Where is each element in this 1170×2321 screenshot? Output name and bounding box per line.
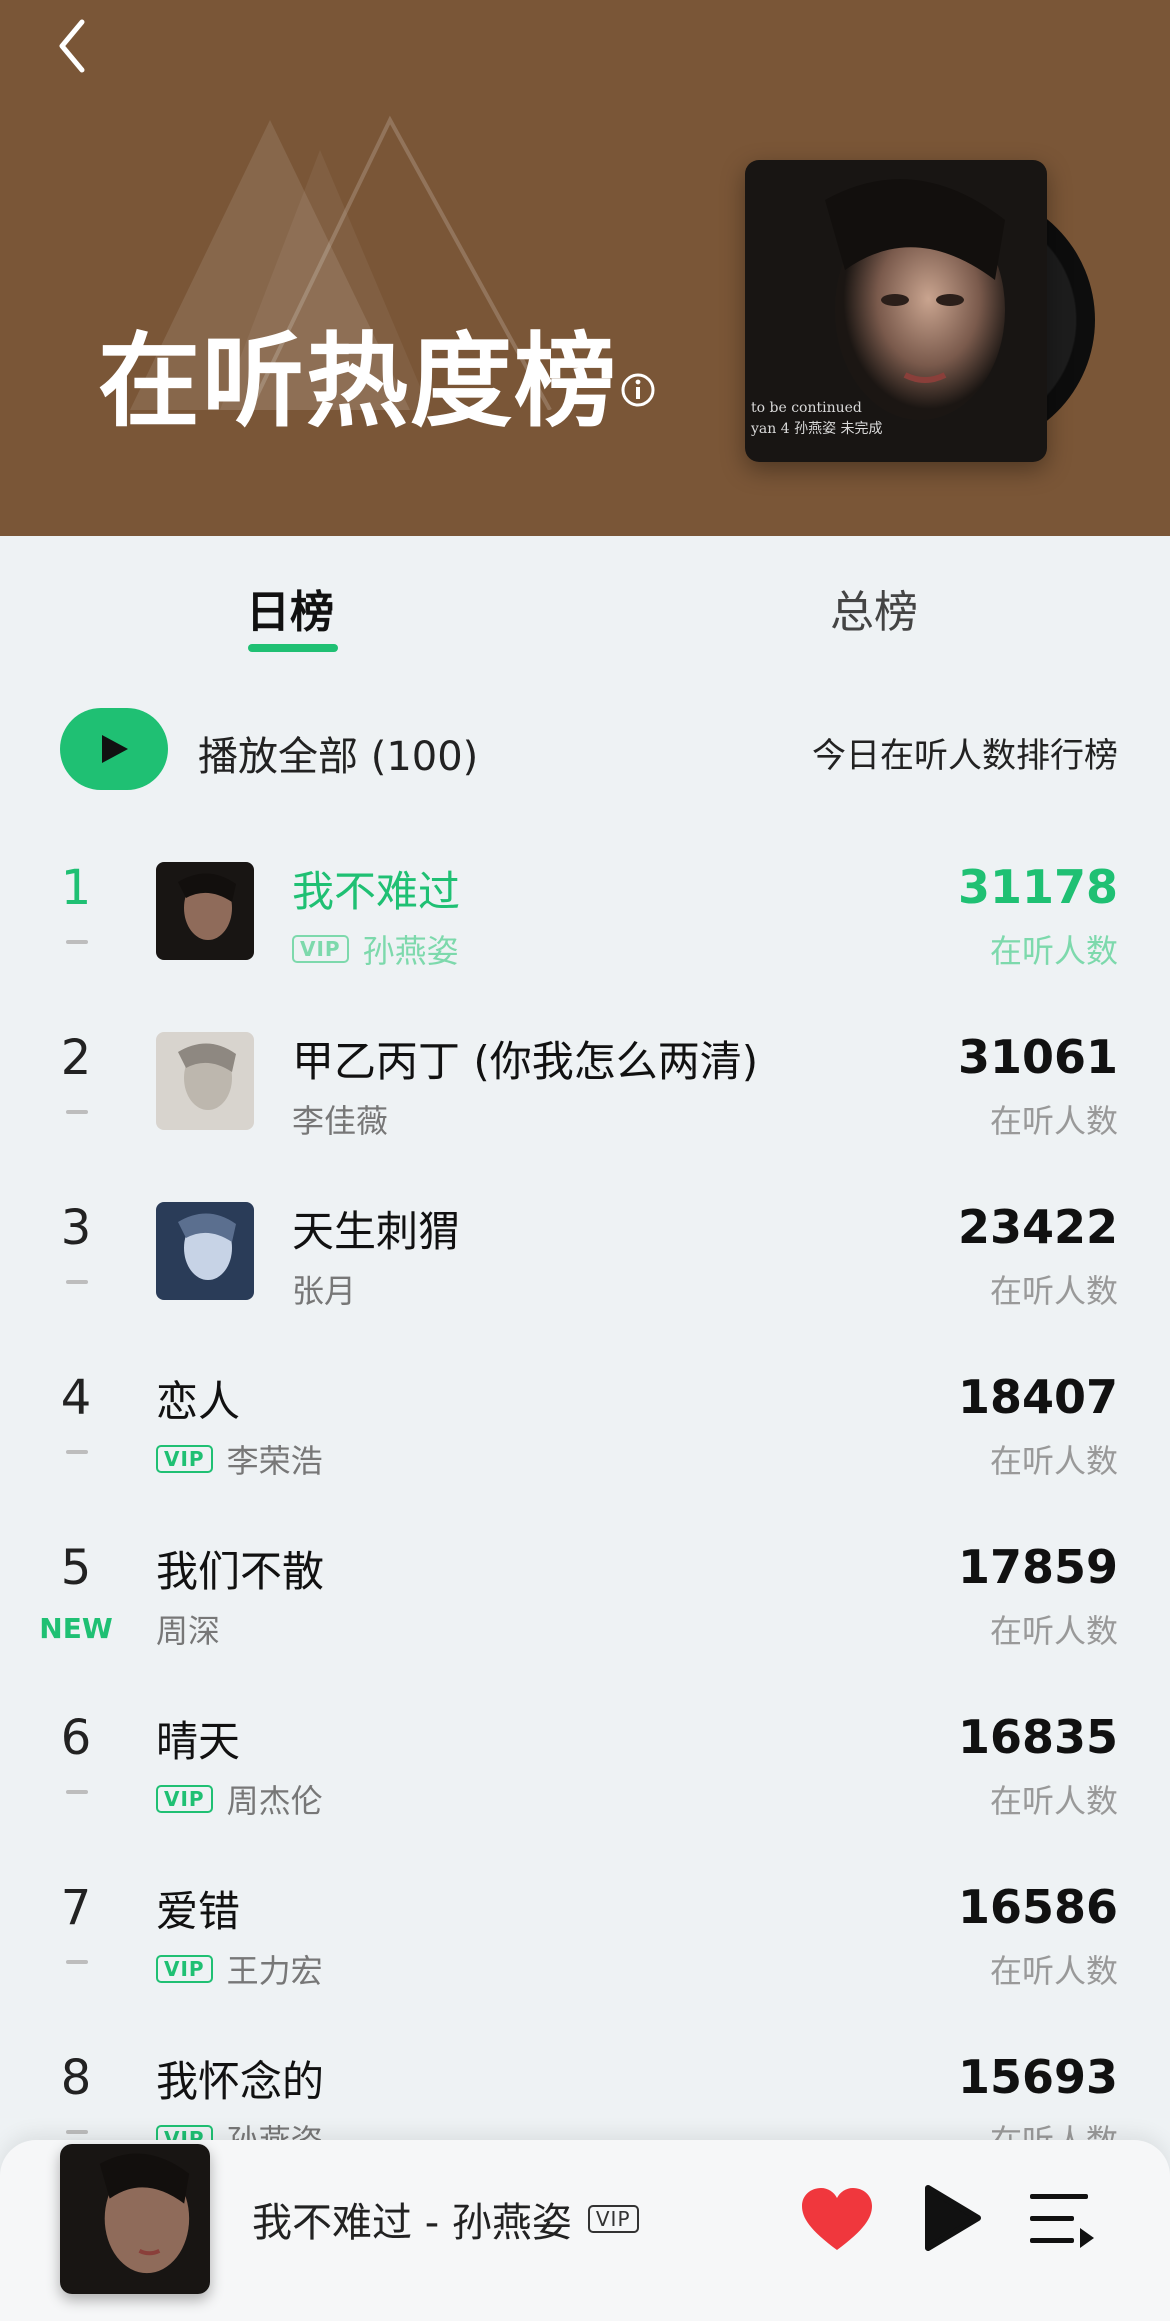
- listener-count: 31061: [957, 1030, 1118, 1084]
- song-cover[interactable]: [156, 862, 254, 960]
- song-artist-line: VIP 孙燕姿: [292, 926, 459, 972]
- song-row[interactable]: 4 恋人 VIP 李荣浩 18407 在听人数: [0, 1340, 1170, 1508]
- now-playing-title[interactable]: 我不难过 - 孙燕姿 VIP: [252, 2190, 639, 2248]
- back-button[interactable]: [40, 6, 120, 86]
- rank-number: 7: [60, 1880, 92, 1936]
- trend-steady-indicator: [66, 1450, 88, 1454]
- song-cover[interactable]: [156, 1202, 254, 1300]
- chart-tabs: 日榜 总榜: [0, 536, 1170, 666]
- play-all-button[interactable]: [60, 708, 168, 790]
- chart-page: 在听热度榜 to be continued yan 4 孙燕姿 未完成 日榜 总…: [0, 0, 1170, 2321]
- listener-count-label: 在听人数: [989, 1272, 1118, 1310]
- album-cover: to be continued yan 4 孙燕姿 未完成: [745, 160, 1047, 462]
- song-row[interactable]: 3 天生刺猬张月 23422 在听人数: [0, 1170, 1170, 1338]
- song-title[interactable]: 晴天: [156, 1708, 240, 1769]
- ranking-description: 今日在听人数排行榜: [812, 736, 1118, 776]
- chart-banner: 在听热度榜 to be continued yan 4 孙燕姿 未完成: [0, 0, 1170, 536]
- tab-active-indicator: [248, 644, 338, 652]
- cover-image: [156, 1202, 254, 1300]
- rank-number: 3: [60, 1200, 92, 1256]
- song-row[interactable]: 1 我不难过 VIP 孙燕姿 31178 在听人数: [0, 830, 1170, 998]
- portrait-image: [60, 2144, 210, 2294]
- artist-name[interactable]: 王力宏: [227, 1946, 323, 1992]
- artist-name[interactable]: 周深: [156, 1606, 220, 1652]
- artist-name[interactable]: 李荣浩: [227, 1436, 323, 1482]
- trend-steady-indicator: [66, 940, 88, 944]
- trend-steady-indicator: [66, 1790, 88, 1794]
- artist-name[interactable]: 周杰伦: [227, 1776, 323, 1822]
- listener-count: 31178: [957, 860, 1118, 914]
- artist-name[interactable]: 张月: [292, 1266, 356, 1312]
- portrait-image: [745, 160, 1047, 462]
- listener-count: 17859: [957, 1540, 1118, 1594]
- play-icon[interactable]: [920, 2182, 984, 2254]
- rank-number: 1: [60, 860, 92, 916]
- song-row[interactable]: 2 甲乙丙丁 (你我怎么两清) 李佳薇 31061 在听人数: [0, 1000, 1170, 1168]
- listener-count: 23422: [957, 1200, 1118, 1254]
- page-title: 在听热度榜: [98, 323, 618, 442]
- song-title[interactable]: 爱错: [156, 1878, 240, 1939]
- tab-total[interactable]: 总榜: [830, 576, 918, 640]
- album-caption-2: yan 4 孙燕姿 未完成: [751, 421, 883, 437]
- listener-count-label: 在听人数: [989, 1102, 1118, 1140]
- play-all-label[interactable]: 播放全部 (100): [198, 724, 478, 782]
- song-artist-line: 李佳薇: [292, 1096, 388, 1142]
- rank-number: 6: [60, 1710, 92, 1766]
- listener-count: 18407: [957, 1370, 1118, 1424]
- song-title[interactable]: 我怀念的: [156, 2048, 324, 2109]
- info-icon[interactable]: [620, 372, 656, 408]
- trend-new-badge: NEW: [39, 1612, 113, 1645]
- song-title[interactable]: 恋人: [156, 1368, 240, 1429]
- mini-player[interactable]: 我不难过 - 孙燕姿 VIP: [0, 2140, 1170, 2321]
- vip-badge: VIP: [587, 2205, 639, 2233]
- trend-steady-indicator: [66, 1280, 88, 1284]
- listener-count: 16835: [957, 1710, 1118, 1764]
- featured-album[interactable]: to be continued yan 4 孙燕姿 未完成: [745, 160, 1105, 480]
- listener-count: 15693: [957, 2050, 1118, 2104]
- song-artist-line: VIP 李荣浩: [156, 1436, 323, 1482]
- song-artist-line: VIP 王力宏: [156, 1946, 323, 1992]
- song-artist-line: 张月: [292, 1266, 356, 1312]
- listener-count-label: 在听人数: [989, 1442, 1118, 1480]
- listener-count-label: 在听人数: [989, 1612, 1118, 1650]
- play-all-row: 播放全部 (100) 今日在听人数排行榜: [0, 700, 1170, 800]
- trend-steady-indicator: [66, 2130, 88, 2134]
- song-title[interactable]: 甲乙丙丁 (你我怎么两清): [292, 1028, 758, 1089]
- song-row[interactable]: 7 爱错 VIP 王力宏 16586 在听人数: [0, 1850, 1170, 2018]
- vip-badge: VIP: [156, 1955, 213, 1983]
- play-icon: [102, 735, 128, 763]
- song-row[interactable]: 6 晴天 VIP 周杰伦 16835 在听人数: [0, 1680, 1170, 1848]
- song-artist-line: 周深: [156, 1606, 220, 1652]
- heart-icon[interactable]: [800, 2186, 874, 2252]
- now-playing-cover[interactable]: [60, 2144, 210, 2294]
- album-caption: to be continued: [751, 400, 862, 416]
- rank-number: 2: [60, 1030, 92, 1086]
- artist-name[interactable]: 李佳薇: [292, 1096, 388, 1142]
- song-row[interactable]: 5 NEW 我们不散周深 17859 在听人数: [0, 1510, 1170, 1678]
- listener-count-label: 在听人数: [989, 1952, 1118, 1990]
- song-title[interactable]: 我不难过: [292, 858, 460, 919]
- vip-badge: VIP: [156, 1445, 213, 1473]
- now-playing-text: 我不难过 - 孙燕姿: [252, 2200, 572, 2246]
- trend-steady-indicator: [66, 1960, 88, 1964]
- vip-badge: VIP: [292, 935, 349, 963]
- playlist-icon[interactable]: [1028, 2188, 1096, 2250]
- listener-count-label: 在听人数: [989, 932, 1118, 970]
- rank-number: 4: [60, 1370, 92, 1426]
- rank-number: 5: [60, 1540, 92, 1596]
- tab-daily[interactable]: 日榜: [246, 576, 334, 640]
- song-artist-line: VIP 周杰伦: [156, 1776, 323, 1822]
- listener-count-label: 在听人数: [989, 1782, 1118, 1820]
- song-title[interactable]: 我们不散: [156, 1538, 324, 1599]
- song-cover[interactable]: [156, 1032, 254, 1130]
- chevron-left-icon: [59, 19, 85, 73]
- trend-steady-indicator: [66, 1110, 88, 1114]
- song-title[interactable]: 天生刺猬: [292, 1198, 460, 1259]
- cover-image: [156, 1032, 254, 1130]
- artist-name[interactable]: 孙燕姿: [363, 926, 459, 972]
- listener-count: 16586: [957, 1880, 1118, 1934]
- cover-image: [156, 862, 254, 960]
- vip-badge: VIP: [156, 1785, 213, 1813]
- rank-number: 8: [60, 2050, 92, 2106]
